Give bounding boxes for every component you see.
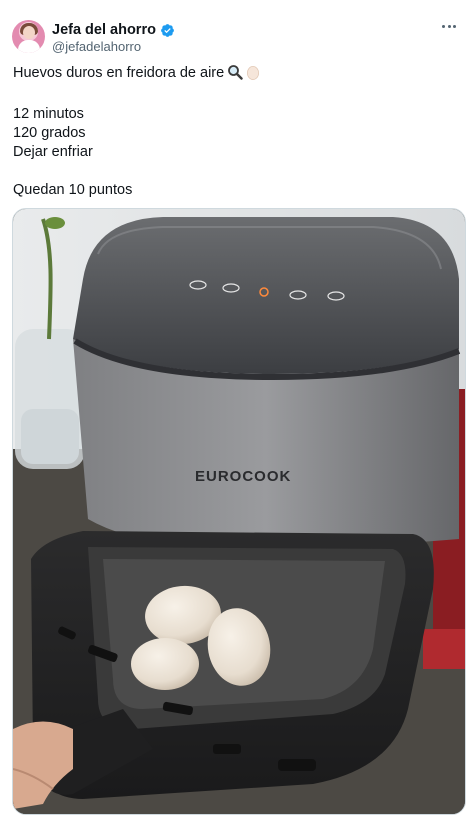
- more-options-icon[interactable]: [438, 18, 460, 34]
- tweet-line-2: 12 minutos: [13, 106, 84, 122]
- air-fryer-photo: EUROCOOK: [13, 209, 465, 814]
- profile-avatar[interactable]: [12, 20, 45, 53]
- tweet-line-5: Quedan 10 puntos: [13, 182, 133, 198]
- tweet-line-3: 120 grados: [13, 125, 86, 141]
- brand-label: EUROCOOK: [195, 468, 291, 485]
- tweet-line-4: Dejar enfriar: [13, 144, 93, 160]
- egg-icon: [246, 64, 260, 86]
- author-name-row[interactable]: Jefa del ahorro: [52, 22, 175, 38]
- tweet-line-1: Huevos duros en freidora de aire: [13, 65, 225, 81]
- magnifying-glass-icon: [227, 64, 243, 86]
- author-handle[interactable]: @jefadelahorro: [52, 39, 141, 54]
- display-name[interactable]: Jefa del ahorro: [52, 22, 156, 38]
- tweet-photo[interactable]: EUROCOOK: [12, 208, 466, 815]
- verified-badge-icon: [161, 23, 174, 37]
- tweet-text: Huevos duros en freidora de aire 12 minu…: [13, 64, 453, 200]
- tweet-line: Huevos duros en freidora de aire: [13, 64, 453, 86]
- tweet-header: Jefa del ahorro @jefadelahorro: [0, 0, 472, 62]
